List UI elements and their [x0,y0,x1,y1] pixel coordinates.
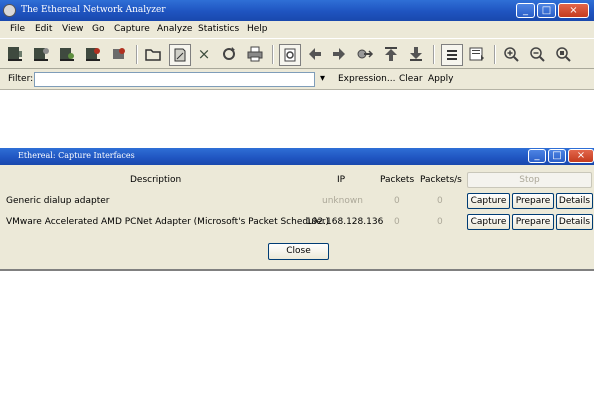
capture-button[interactable]: Capture [467,193,510,209]
dialog-close-window-button[interactable]: × [568,149,594,163]
go-to-packet-icon[interactable] [354,43,376,65]
packet-bytes-pane[interactable] [0,269,594,405]
capture-options-icon[interactable] [30,43,52,65]
toolbar-separator [272,45,274,64]
print-icon[interactable] [244,43,266,65]
filter-bar: Filter: ▾ Expression... Clear Apply [0,69,594,90]
interface-description: Generic dialup adapter [6,196,110,206]
capture-interfaces-dialog: Description IP Packets Packets/s Stop Ge… [0,165,594,269]
minimize-button[interactable]: _ [516,3,535,18]
zoom-out-icon[interactable] [526,43,548,65]
menu-analyze[interactable]: Analyze [157,24,192,34]
go-first-icon[interactable] [380,43,402,65]
filter-label: Filter: [8,74,34,84]
capture-button[interactable]: Capture [467,214,510,230]
expression-button[interactable]: Expression... [338,74,395,84]
clear-button[interactable]: Clear [399,74,423,84]
main-window-title: The Ethereal Network Analyzer [21,5,166,15]
dialog-app-icon [3,150,14,161]
column-header-packets: Packets [380,175,415,185]
capture-interfaces-icon[interactable] [4,43,26,65]
details-button[interactable]: Details [556,193,593,209]
column-header-description: Description [130,175,182,185]
details-button[interactable]: Details [556,214,593,230]
go-last-icon[interactable] [405,43,427,65]
dialog-minimize-button[interactable]: _ [528,149,546,163]
capture-start-icon[interactable] [56,43,78,65]
filter-input[interactable] [34,72,315,87]
toolbar-separator [136,45,138,64]
normal-size-icon[interactable] [552,43,574,65]
packet-list-pane[interactable] [0,91,594,148]
reload-icon[interactable] [218,43,240,65]
capture-restart-icon[interactable] [108,43,130,65]
menu-statistics[interactable]: Statistics [198,24,239,34]
main-toolbar: × [0,38,594,69]
menu-file[interactable]: File [10,24,25,34]
zoom-in-icon[interactable] [500,43,522,65]
close-window-button[interactable]: × [558,3,589,18]
menu-capture[interactable]: Capture [114,24,150,34]
close-file-icon[interactable]: × [193,43,215,65]
stop-button[interactable]: Stop [467,172,592,188]
menu-bar: File Edit View Go Capture Analyze Statis… [0,21,594,38]
interface-packets-per-sec: 0 [437,217,443,227]
menu-help[interactable]: Help [247,24,268,34]
dialog-title: Ethereal: Capture Interfaces [18,151,135,160]
dialog-maximize-button[interactable]: □ [548,149,566,163]
column-header-ip: IP [337,175,346,185]
open-file-icon[interactable] [142,43,164,65]
close-button[interactable]: Close [268,243,329,260]
maximize-button[interactable]: □ [537,3,556,18]
app-icon [3,4,16,17]
interface-packets: 0 [394,217,400,227]
prepare-button[interactable]: Prepare [512,214,554,230]
menu-edit[interactable]: Edit [35,24,52,34]
column-header-packets-per-sec: Packets/s [420,175,462,185]
interface-description: VMware Accelerated AMD PCNet Adapter (Mi… [6,217,330,227]
go-forward-icon[interactable] [328,43,350,65]
interface-packets: 0 [394,196,400,206]
apply-button[interactable]: Apply [428,74,453,84]
menu-view[interactable]: View [62,24,83,34]
filter-dropdown-icon[interactable]: ▾ [320,73,325,84]
colorize-icon[interactable] [441,44,463,66]
find-packet-icon[interactable] [279,44,301,66]
interface-ip: unknown [322,196,363,206]
toolbar-separator [433,45,435,64]
go-back-icon[interactable] [304,43,326,65]
auto-scroll-icon[interactable] [466,43,488,65]
save-file-icon[interactable] [169,44,191,66]
capture-stop-icon[interactable] [82,43,104,65]
prepare-button[interactable]: Prepare [512,193,554,209]
main-title-bar[interactable]: The Ethereal Network Analyzer _ □ × [0,0,594,21]
interface-ip: 192.168.128.136 [306,217,384,227]
menu-go[interactable]: Go [92,24,104,34]
dialog-title-bar[interactable]: Ethereal: Capture Interfaces _ □ × [0,148,594,165]
toolbar-separator [494,45,496,64]
interface-packets-per-sec: 0 [437,196,443,206]
